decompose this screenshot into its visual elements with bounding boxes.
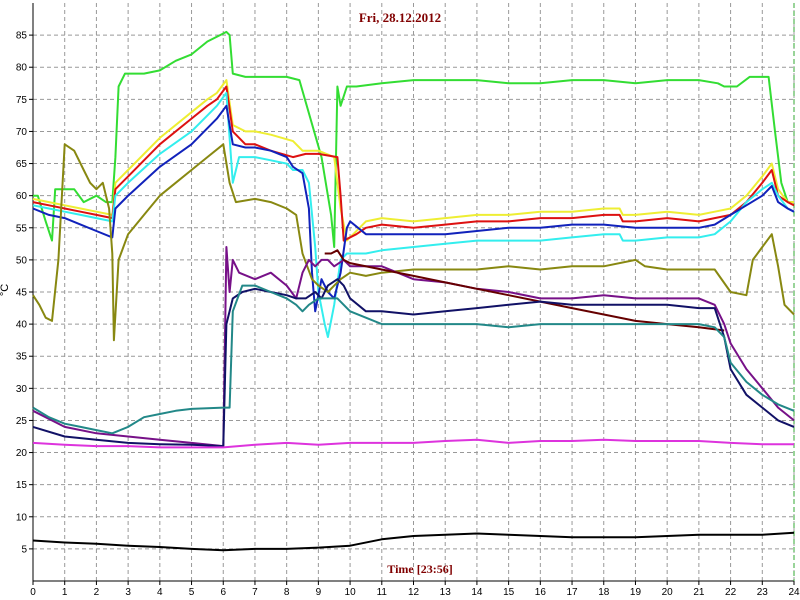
y-axis-label: °C: [0, 284, 11, 296]
x-tick-label: 0: [30, 587, 36, 598]
x-tick-label: 18: [598, 587, 610, 598]
y-tick-label: 45: [16, 288, 28, 299]
y-tick-label: 75: [16, 95, 28, 106]
y-tick-label: 70: [16, 127, 28, 138]
y-tick-label: 85: [16, 31, 28, 42]
x-tick-label: 16: [535, 587, 547, 598]
x-tick-label: 17: [566, 587, 578, 598]
x-tick-label: 13: [440, 587, 452, 598]
y-tick-label: 60: [16, 191, 28, 202]
x-tick-label: 15: [503, 587, 515, 598]
x-tick-label: 21: [693, 587, 705, 598]
x-tick-label: 2: [94, 587, 100, 598]
y-tick-label: 25: [16, 416, 28, 427]
y-tick-label: 30: [16, 384, 28, 395]
y-tick-label: 20: [16, 448, 28, 459]
x-tick-label: 22: [725, 587, 737, 598]
y-tick-label: 50: [16, 255, 28, 266]
y-tick-label: 35: [16, 352, 28, 363]
series-line-8: [324, 249, 725, 332]
x-tick-label: 1: [62, 587, 68, 598]
series-line-12: [32, 531, 795, 552]
x-tick-label: 23: [757, 587, 769, 598]
x-tick-label: 5: [189, 587, 195, 598]
chart: 0 1 2 3 4 5 6 7 8 9 10 11 12 13 14 15 16 17 18 19 20 21 22 23 24…: [0, 3, 800, 598]
y-tick-label: 5: [21, 544, 27, 555]
y-tick-label: 55: [16, 223, 28, 234]
x-axis-label: Time [23:56]: [387, 562, 452, 576]
x-tick-label: 24: [788, 587, 800, 598]
y-tick-label: 65: [16, 159, 28, 170]
y-tick-label: 80: [16, 63, 28, 74]
x-tick-label: 14: [471, 587, 483, 598]
y-tick-label: 15: [16, 480, 28, 491]
y-tick-labels: 5 10 15 20 25 30 35 40 45 50 55 60 65 70 75 80 85: [16, 31, 28, 556]
y-tick-label: 40: [16, 320, 28, 331]
x-tick-label: 10: [345, 587, 357, 598]
grid: [33, 3, 795, 581]
x-tick-label: 3: [125, 587, 131, 598]
x-tick-labels: 0 1 2 3 4 5 6 7 8 9 10 11 12 13 14 15 16 17 18 19 20 21 22 23 24: [30, 587, 800, 598]
x-tick-label: 12: [408, 587, 420, 598]
chart-title: Fri, 28.12.2012: [359, 10, 441, 25]
x-tick-label: 6: [220, 587, 226, 598]
y-tick-label: 10: [16, 512, 28, 523]
x-tick-label: 8: [284, 587, 290, 598]
axes: [29, 3, 795, 585]
x-tick-label: 7: [252, 587, 258, 598]
x-tick-label: 11: [377, 587, 388, 598]
x-tick-label: 4: [157, 587, 163, 598]
x-tick-label: 9: [316, 587, 322, 598]
x-tick-label: 20: [662, 587, 674, 598]
x-tick-label: 19: [630, 587, 642, 598]
